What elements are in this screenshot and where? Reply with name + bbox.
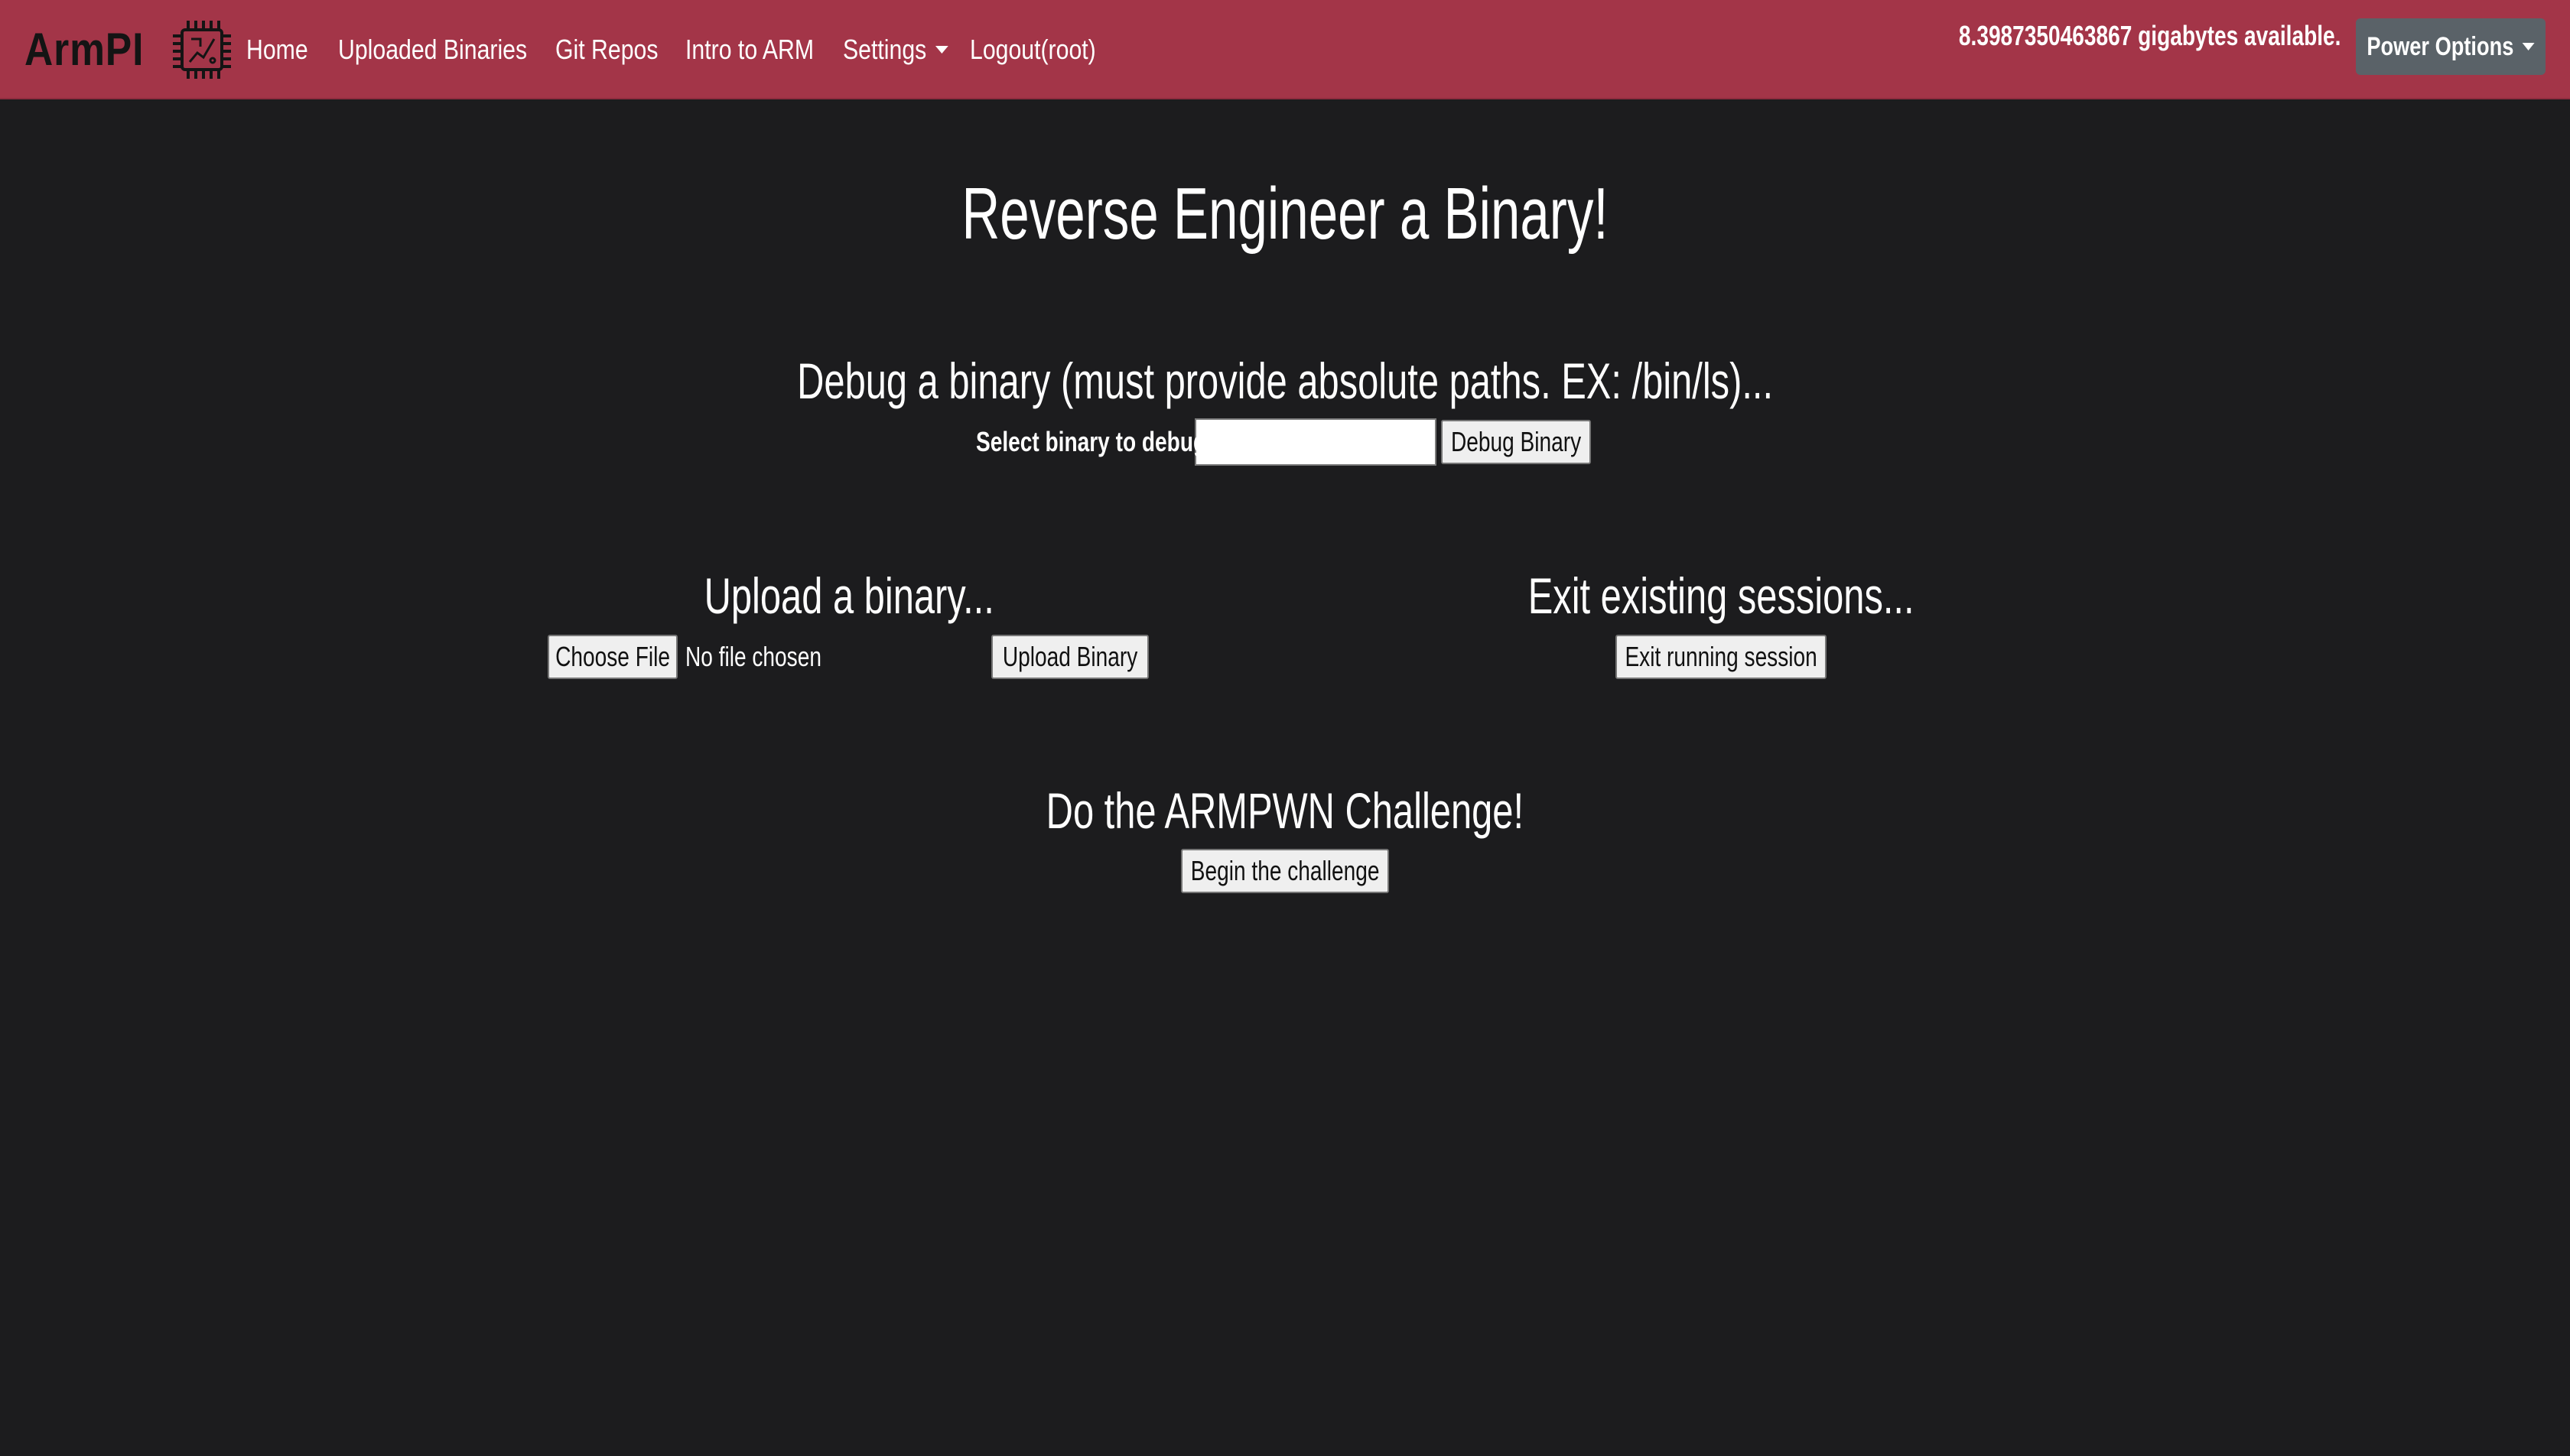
upload-form: Choose File No file chosen Upload Binary <box>548 635 1149 679</box>
brand-name: ArmPI <box>24 24 145 75</box>
nav-link-git-repos[interactable]: Git Repos <box>555 34 658 66</box>
begin-challenge-button[interactable]: Begin the challenge <box>1181 849 1389 893</box>
chip-icon <box>172 21 231 79</box>
chevron-down-icon <box>935 46 949 54</box>
nav-link-uploaded-binaries[interactable]: Uploaded Binaries <box>338 34 527 66</box>
upload-binary-button[interactable]: Upload Binary <box>991 635 1149 679</box>
chevron-down-icon <box>2522 43 2535 50</box>
debug-form: Select binary to debug: Debug Binary <box>976 418 1591 466</box>
challenge-heading: Do the ARMPWN Challenge! <box>1046 782 1524 839</box>
debug-binary-label: Select binary to debug: <box>976 426 1214 457</box>
binary-path-input[interactable] <box>1195 418 1436 466</box>
nav-links: Home Uploaded Binaries Git Repos Intro t… <box>246 29 1121 70</box>
choose-file-button[interactable]: Choose File <box>548 635 678 679</box>
nav-link-logout[interactable]: Logout(root) <box>970 34 1096 66</box>
power-options-label: Power Options <box>2367 31 2514 61</box>
exit-sessions-form: Exit running session <box>1615 635 1827 679</box>
brand-logo[interactable]: ArmPI <box>24 14 234 86</box>
storage-available-text: 8.3987350463867 gigabytes available. <box>1958 20 2341 51</box>
exit-sessions-heading: Exit existing sessions... <box>1527 567 1914 624</box>
nav-link-intro-to-arm[interactable]: Intro to ARM <box>685 34 814 66</box>
debug-heading: Debug a binary (must provide absolute pa… <box>797 353 1773 409</box>
debug-binary-button[interactable]: Debug Binary <box>1441 420 1591 464</box>
challenge-form: Begin the challenge <box>1181 849 1389 893</box>
power-options-button[interactable]: Power Options <box>2356 18 2546 75</box>
file-chosen-status: No file chosen <box>685 641 821 672</box>
upload-heading: Upload a binary... <box>704 567 994 624</box>
exit-running-session-button[interactable]: Exit running session <box>1615 635 1827 679</box>
nav-link-home[interactable]: Home <box>246 34 308 66</box>
nav-settings-label: Settings <box>843 34 927 65</box>
nav-settings-dropdown[interactable]: Settings <box>843 34 949 66</box>
top-navbar: ArmPI Home Uploaded Binaries Git Repos I… <box>0 0 2570 99</box>
page-title: Reverse Engineer a Binary! <box>961 173 1609 255</box>
